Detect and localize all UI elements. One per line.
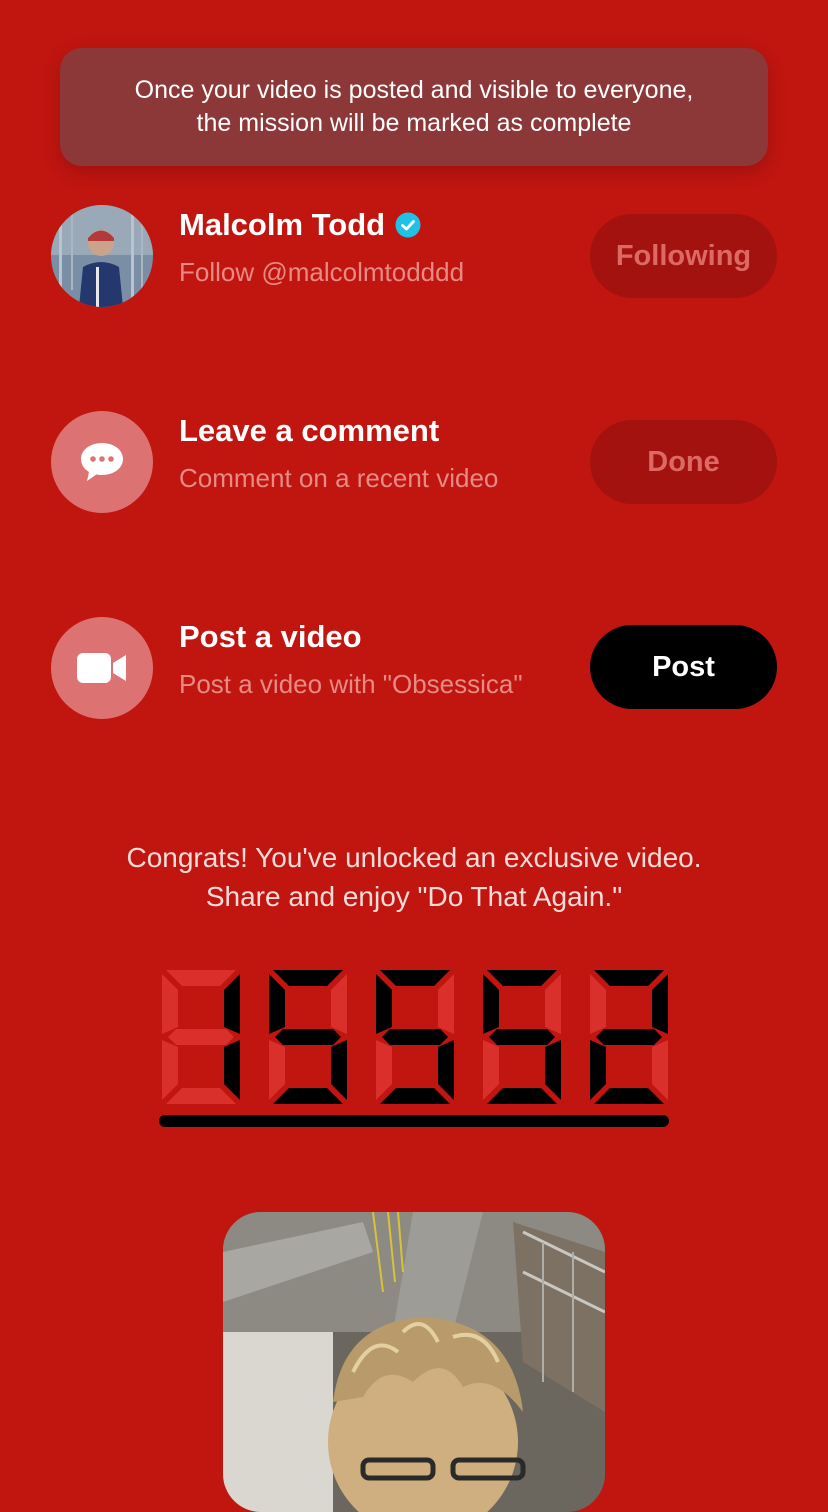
digit-segment bbox=[487, 1088, 557, 1104]
digit-segment bbox=[652, 1040, 668, 1100]
congrats-message: Congrats! You've unlocked an exclusive v… bbox=[126, 842, 702, 912]
artist-name: Malcolm Todd bbox=[179, 207, 386, 242]
digit-segment bbox=[596, 1029, 662, 1045]
mission-toast: Once your video is posted and visible to… bbox=[60, 48, 768, 166]
digit-segment bbox=[275, 1029, 341, 1045]
counter-underline bbox=[159, 1115, 669, 1127]
counter-digit bbox=[162, 970, 240, 1104]
digit-segment bbox=[269, 1040, 285, 1100]
task-row-comment: Leave a comment Comment on a recent vide… bbox=[0, 411, 828, 515]
comment-icon-circle bbox=[51, 411, 153, 513]
digit-segment bbox=[224, 974, 240, 1034]
digit-segment bbox=[269, 974, 285, 1034]
task-title: Leave a comment bbox=[179, 413, 440, 448]
digit-segment bbox=[273, 1088, 343, 1104]
video-camera-icon bbox=[77, 653, 126, 683]
digit-segment bbox=[652, 974, 668, 1034]
video-thumbnail-image bbox=[223, 1212, 605, 1512]
digit-segment bbox=[438, 1040, 454, 1100]
artist-avatar[interactable] bbox=[51, 205, 153, 307]
digit-segment bbox=[594, 970, 664, 986]
digit-segment bbox=[438, 974, 454, 1034]
digit-segment bbox=[166, 1088, 236, 1104]
digit-segment bbox=[380, 970, 450, 986]
digit-segment bbox=[224, 1040, 240, 1100]
digit-segment bbox=[380, 1088, 450, 1104]
digit-segment bbox=[166, 970, 236, 986]
digit-segment bbox=[331, 974, 347, 1034]
digit-segment bbox=[376, 1040, 392, 1100]
seven-segment-counter bbox=[162, 970, 668, 1104]
digit-segment bbox=[594, 1088, 664, 1104]
digit-segment bbox=[483, 974, 499, 1034]
task-title: Malcolm Todd bbox=[179, 207, 421, 243]
counter-digit bbox=[269, 970, 347, 1104]
counter-digit bbox=[483, 970, 561, 1104]
digit-segment bbox=[331, 1040, 347, 1100]
digit-segment bbox=[590, 974, 606, 1034]
digit-segment bbox=[162, 974, 178, 1034]
digit-segment bbox=[273, 970, 343, 986]
digit-segment bbox=[487, 970, 557, 986]
comment-bubble-icon bbox=[81, 443, 123, 481]
digit-segment bbox=[545, 974, 561, 1034]
digit-segment bbox=[382, 1029, 448, 1045]
digit-segment bbox=[545, 1040, 561, 1100]
counter-digit bbox=[590, 970, 668, 1104]
following-button[interactable]: Following bbox=[590, 214, 777, 298]
avatar-image bbox=[51, 205, 153, 307]
task-row-post: Post a video Post a video with "Obsessic… bbox=[0, 617, 828, 721]
digit-segment bbox=[168, 1029, 234, 1045]
post-button[interactable]: Post bbox=[590, 625, 777, 709]
task-subtitle: Follow @malcolmtodddd bbox=[179, 257, 465, 287]
digit-segment bbox=[162, 1040, 178, 1100]
digit-segment bbox=[376, 974, 392, 1034]
digit-segment bbox=[483, 1040, 499, 1100]
digit-segment bbox=[489, 1029, 555, 1045]
video-icon-circle bbox=[51, 617, 153, 719]
exclusive-video-thumbnail[interactable] bbox=[223, 1212, 605, 1512]
verified-check-icon bbox=[395, 212, 421, 238]
task-subtitle: Comment on a recent video bbox=[179, 463, 499, 493]
task-subtitle: Post a video with "Obsessica" bbox=[179, 669, 523, 699]
task-title: Post a video bbox=[179, 619, 362, 654]
done-button[interactable]: Done bbox=[590, 420, 777, 504]
digit-segment bbox=[590, 1040, 606, 1100]
task-row-follow: Malcolm Todd Follow @malcolmtodddd Follo… bbox=[0, 205, 828, 309]
counter-digit bbox=[376, 970, 454, 1104]
